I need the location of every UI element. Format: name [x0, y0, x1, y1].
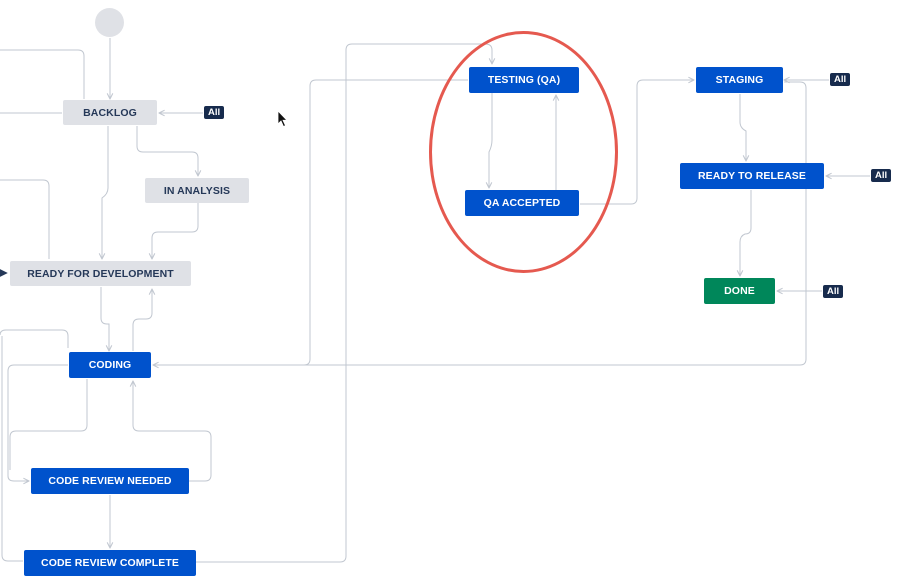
transition-testing-qa — [489, 93, 493, 188]
all-transition-badge-done[interactable]: All — [823, 285, 844, 298]
transition-release-done — [740, 190, 752, 276]
all-transition-badge-staging[interactable]: All — [830, 73, 851, 86]
status-qa-accepted[interactable]: QA ACCEPTED — [465, 190, 579, 216]
transition-qa-staging — [580, 80, 694, 205]
workflow-diagram: BACKLOG IN ANALYSIS READY FOR DEVELOPMEN… — [0, 0, 898, 580]
transition-ready-coding — [100, 287, 109, 351]
status-ready-for-development[interactable]: READY FOR DEVELOPMENT — [10, 261, 191, 286]
mouse-pointer-icon — [277, 110, 288, 128]
transition-backlog-ready — [102, 126, 109, 259]
transition-coding-review-needed — [9, 379, 88, 470]
status-ready-to-release[interactable]: READY TO RELEASE — [680, 163, 824, 189]
transition-left-ready — [0, 179, 50, 259]
status-code-review-complete[interactable]: CODE REVIEW COMPLETE — [24, 550, 196, 576]
transition-outer-left-down — [1, 336, 23, 562]
transition-coding-left — [7, 364, 68, 481]
all-transition-badge-backlog[interactable]: All — [204, 106, 225, 119]
status-backlog[interactable]: BACKLOG — [63, 100, 157, 125]
transition-coding-ready — [132, 289, 152, 351]
transition-complete-testing — [196, 43, 492, 563]
status-code-review-needed[interactable]: CODE REVIEW NEEDED — [31, 468, 189, 494]
start-circle-icon — [95, 8, 124, 37]
transition-right-loop — [160, 81, 807, 366]
status-coding[interactable]: CODING — [69, 352, 151, 378]
transition-testing-coding — [153, 79, 468, 365]
transition-backlog-in-analysis — [136, 126, 198, 176]
transition-review-coding — [133, 381, 212, 482]
transition-outer-left — [0, 329, 69, 348]
status-in-analysis[interactable]: IN ANALYSIS — [145, 178, 249, 203]
status-testing-qa[interactable]: TESTING (QA) — [469, 67, 579, 93]
transition-analysis-ready — [152, 203, 199, 259]
status-staging[interactable]: STAGING — [696, 67, 783, 93]
all-transition-badge-ready-to-release[interactable]: All — [871, 169, 892, 182]
transition-left-loop-top — [0, 49, 85, 99]
transition-staging-release — [739, 94, 746, 161]
status-done[interactable]: DONE — [704, 278, 775, 304]
